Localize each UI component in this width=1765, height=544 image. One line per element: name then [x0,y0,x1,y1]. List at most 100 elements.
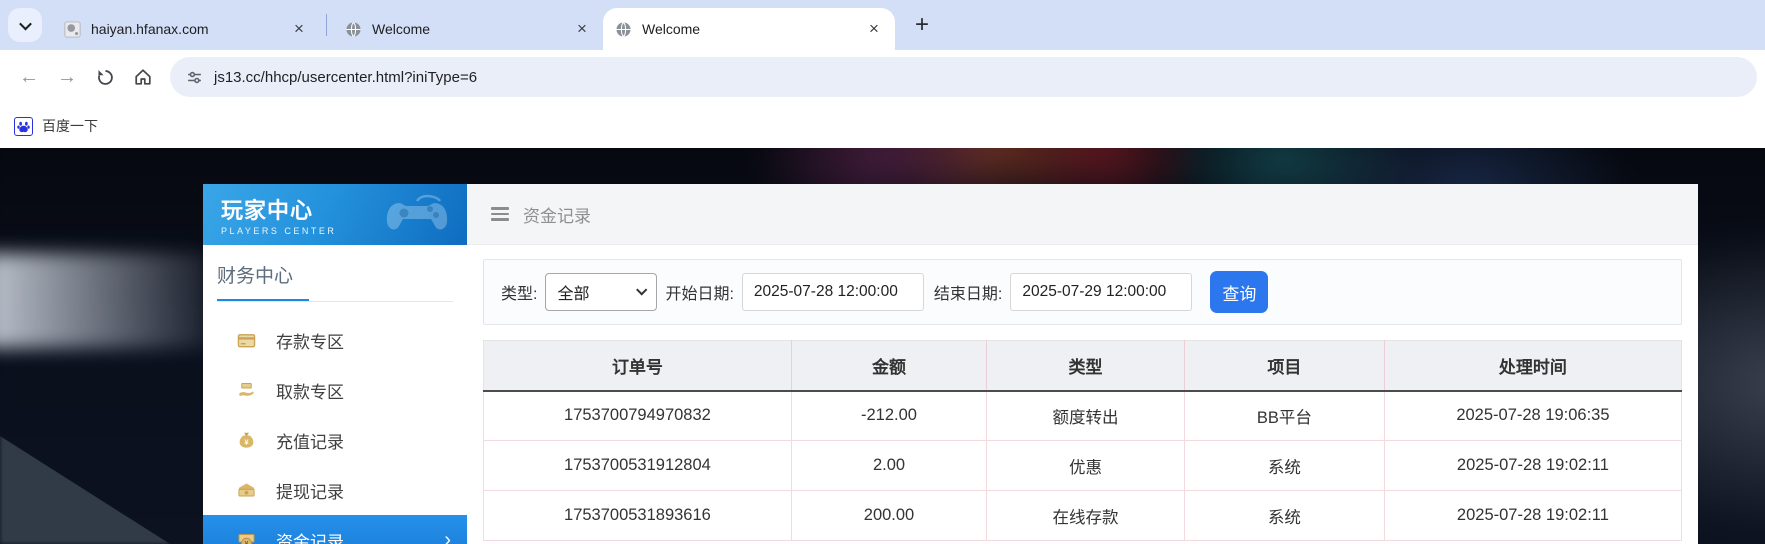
bookmark-baidu[interactable]: 百度一下 [42,116,98,136]
tab-title: haiyan.hfanax.com [91,21,209,37]
user-center-panel: 玩家中心 PLAYERS CENTER 财务中心 存款专区 取款专区 ¥ 充值记… [203,184,1698,544]
table-cell: 1753700531912804 [483,440,792,491]
address-bar[interactable]: js13.cc/hhcp/usercenter.html?iniType=6 [170,57,1757,97]
main-content: 类型: 全部 开始日期: 结束日期: 查询 订单号金额类型项目处理时间17537… [467,245,1698,541]
tab-title: Welcome [642,21,701,37]
bookmarks-bar: 百度一下 [0,104,1765,148]
table-cell: 系统 [1184,440,1385,491]
sidebar-section-title: 财务中心 [217,266,294,287]
table-header-cell: 类型 [986,340,1185,392]
site-settings-icon[interactable] [186,69,203,86]
web-page: 玩家中心 PLAYERS CENTER 财务中心 存款专区 取款专区 ¥ 充值记… [0,148,1765,544]
query-button[interactable]: 查询 [1210,271,1269,313]
banknote-icon [238,482,255,496]
sidebar: 玩家中心 PLAYERS CENTER 财务中心 存款专区 取款专区 ¥ 充值记… [203,184,467,544]
section-underline [217,299,453,302]
table-row: 1753700531893616 200.00 在线存款 系统 2025-07-28 1… [483,490,1682,541]
start-date-input[interactable] [741,273,924,311]
hamburger-icon[interactable] [491,207,509,221]
tab-welcome-1[interactable]: Welcome × [333,8,603,50]
tab-welcome-2-active[interactable]: Welcome × [603,8,895,50]
sidebar-item-label: 提现记录 [276,482,344,502]
table-row: 1753700531912804 2.00 优惠 系统 2025-07-28 19:02… [483,440,1682,491]
sidebar-item-recharge-records[interactable]: ¥ 充值记录 [203,415,467,465]
table-row: 1753700794970832 -212.00 额度转出 BB平台 2025-07-2… [483,390,1682,441]
funds-records-table: 订单号 金额 类型 项目 处理时间 1753700794970832 -212.00 额度转出… [483,340,1682,541]
url-text[interactable]: js13.cc/hhcp/usercenter.html?iniType=6 [214,69,477,86]
table-header-cell: 处理时间 [1384,340,1682,392]
sidebar-item-deposit-zone[interactable]: 存款专区 [203,315,467,365]
tab-title: Welcome [372,21,431,37]
main-header: 资金记录 [467,184,1698,245]
withdraw-hand-icon [239,382,254,396]
table-cell: 1753700794970832 [483,390,792,441]
chevron-right-icon: › [444,528,451,544]
chevron-down-icon [18,17,32,30]
home-button[interactable] [124,58,162,96]
table-cell: 优惠 [986,440,1185,491]
baidu-paw-icon [14,116,33,136]
reload-button[interactable] [86,58,124,96]
table-header-cell: 金额 [791,340,988,392]
reload-icon [97,69,113,85]
home-icon [135,69,151,85]
deposit-card-icon [237,333,256,347]
globe-icon [346,21,361,37]
table-cell: 额度转出 [986,390,1185,441]
sidebar-item-label: 存款专区 [276,332,344,352]
new-tab-button[interactable]: + [905,8,939,42]
sidebar-item-withdrawal-records[interactable]: 提现记录 [203,465,467,515]
sidebar-item-label: 取款专区 [276,382,344,402]
coins-icon: ¥ [238,533,255,544]
sidebar-item-label: 资金记录 [276,532,344,544]
table-header-cell: 项目 [1184,340,1385,392]
sidebar-item-funds-records[interactable]: ¥ 资金记录 › [203,515,467,544]
type-select[interactable]: 全部 [545,273,658,311]
table-cell: -212.00 [791,390,988,441]
money-bag-icon: ¥ [239,432,254,448]
table-cell: 1753700531893616 [483,490,792,541]
sidebar-item-label: 充值记录 [276,432,344,452]
close-icon[interactable]: × [288,18,310,40]
gamepad-icon [386,194,448,230]
filter-bar: 类型: 全部 开始日期: 结束日期: 查询 [483,259,1682,325]
browser-toolbar: ← → js13.cc/hhcp/usercenter.html?iniType… [0,50,1765,104]
tab-separator [326,14,327,36]
page-title: 资金记录 [523,206,591,226]
type-label: 类型: [501,286,538,303]
table-cell: 在线存款 [986,490,1185,541]
type-select-value: 全部 [557,286,590,303]
table-header-row: 订单号 金额 类型 项目 处理时间 [483,340,1682,392]
table-cell: 系统 [1184,490,1385,541]
globe-icon [616,21,631,37]
table-cell: 2025-07-28 19:02:11 [1384,490,1682,541]
image-placeholder-icon [64,20,81,38]
sidebar-section: 财务中心 [203,245,467,302]
table-cell: 2025-07-28 19:02:11 [1384,440,1682,491]
back-icon: ← [19,65,39,88]
table-cell: 2025-07-28 19:06:35 [1384,390,1682,441]
end-date-input[interactable] [1010,273,1193,311]
table-cell: 200.00 [791,490,988,541]
table-header-cell: 订单号 [483,340,792,392]
start-date-label: 开始日期: [665,286,734,303]
table-cell: 2.00 [791,440,988,491]
table-cell: BB平台 [1184,390,1385,441]
players-center-banner: 玩家中心 PLAYERS CENTER [203,184,467,245]
close-icon[interactable]: × [863,18,885,40]
main-panel: 资金记录 类型: 全部 开始日期: 结束日期: 查询 订单号金额类型项目处理时间… [467,184,1698,544]
tab-search-button[interactable] [8,8,42,42]
chevron-down-icon [636,284,648,296]
svg-text:¥: ¥ [245,540,249,544]
background-light-band [0,253,210,348]
close-icon[interactable]: × [571,18,593,40]
back-button[interactable]: ← [10,58,48,96]
sidebar-item-withdraw-zone[interactable]: 取款专区 [203,365,467,415]
tab-strip: haiyan.hfanax.com × Welcome × Welcome × … [0,0,1765,50]
end-date-label: 结束日期: [933,286,1003,303]
sidebar-menu: 存款专区 取款专区 ¥ 充值记录 提现记录 ¥ 资金记录 › [203,315,467,544]
forward-icon: → [57,65,77,88]
forward-button[interactable]: → [48,58,86,96]
sidebar-body: 财务中心 存款专区 取款专区 ¥ 充值记录 提现记录 ¥ 资金记录 › [203,245,467,544]
tab-haiyan[interactable]: haiyan.hfanax.com × [52,8,320,50]
